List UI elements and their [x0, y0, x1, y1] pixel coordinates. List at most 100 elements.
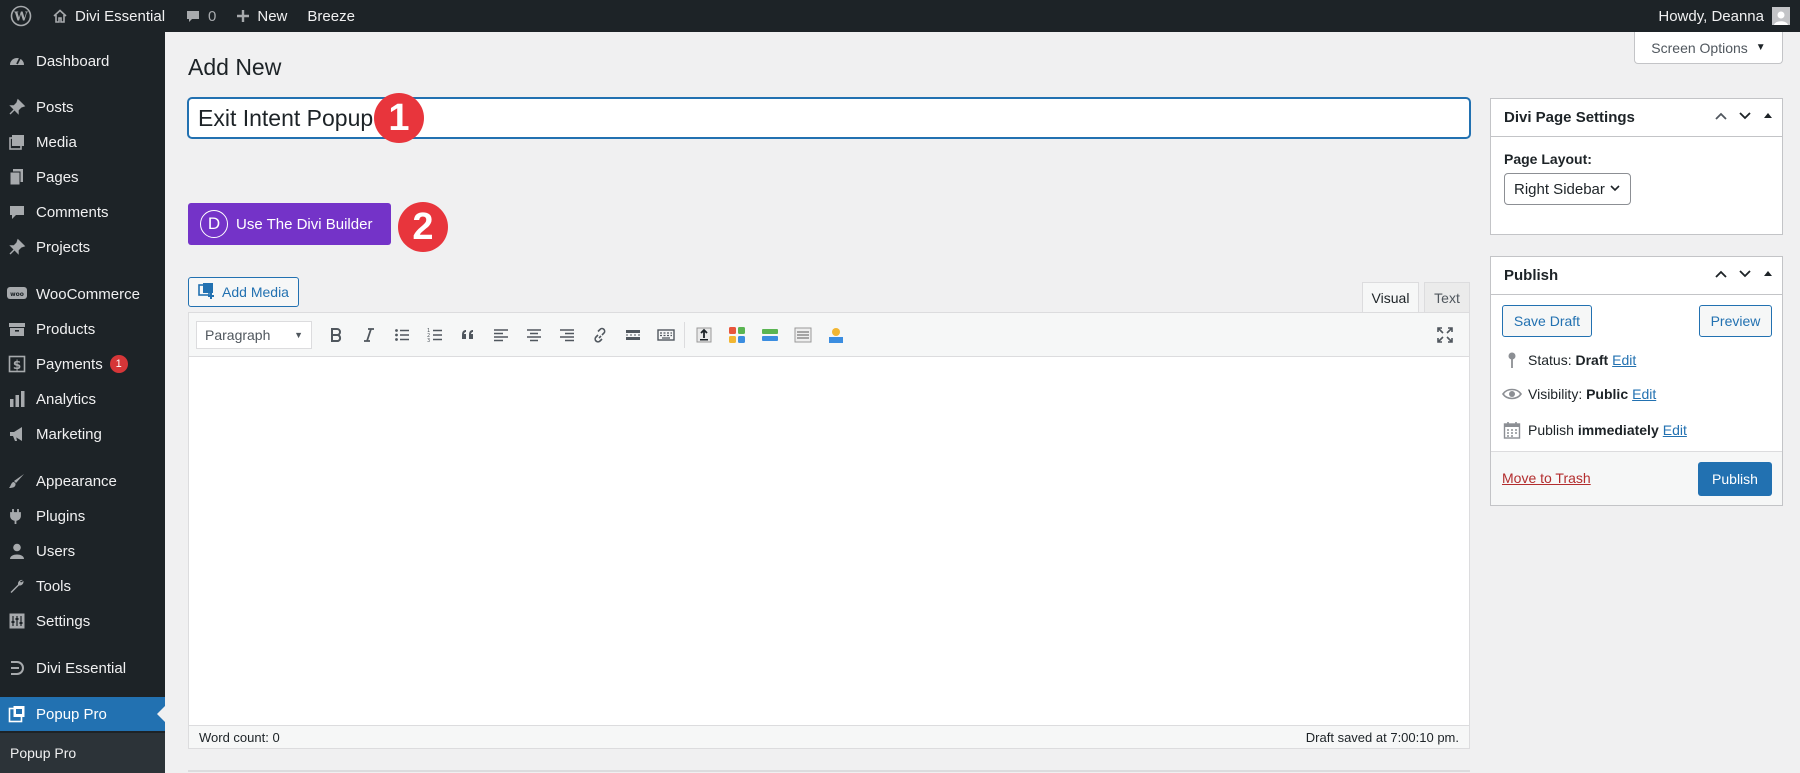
align-left-icon[interactable] — [484, 320, 517, 350]
sidebar-item-label: Pages — [36, 168, 79, 186]
preview-button[interactable]: Preview — [1699, 305, 1772, 337]
align-center-icon[interactable] — [517, 320, 550, 350]
draft-saved-status: Draft saved at 7:00:10 pm. — [1305, 729, 1459, 745]
sidebar-item-appearance[interactable]: Appearance — [0, 464, 165, 498]
wordpress-logo-icon[interactable]: W — [0, 0, 42, 32]
pin-icon — [7, 237, 27, 257]
sidebar-item-analytics[interactable]: Analytics — [0, 382, 165, 416]
divi-settings-title: Divi Page Settings — [1504, 109, 1635, 126]
chevron-down-icon[interactable] — [1738, 109, 1752, 127]
avatar — [1772, 7, 1790, 25]
eye-icon — [1502, 387, 1522, 401]
user-icon — [7, 541, 27, 561]
archive-icon — [7, 319, 27, 339]
fullscreen-icon[interactable] — [1428, 320, 1461, 350]
sidebar-item-products[interactable]: Products — [0, 312, 165, 346]
sidebar-item-plugins[interactable]: Plugins — [0, 499, 165, 533]
content-editor: Paragraph ▼ 123 Word count: 0 Draft save… — [188, 312, 1470, 749]
howdy-text: Howdy, Deanna — [1658, 7, 1764, 25]
word-count: Word count: 0 — [199, 729, 280, 745]
sidebar-item-posts[interactable]: Posts — [0, 90, 165, 124]
edit-visibility-link[interactable]: Edit — [1632, 386, 1656, 402]
bold-icon[interactable] — [319, 320, 352, 350]
editor-content-area[interactable] — [189, 357, 1469, 727]
editor-statusbar: Word count: 0 Draft saved at 7:00:10 pm. — [189, 725, 1469, 748]
align-right-icon[interactable] — [550, 320, 583, 350]
calendar-icon — [1502, 421, 1522, 439]
page-layout-label: Page Layout: — [1504, 151, 1592, 167]
breeze-link[interactable]: Breeze — [297, 0, 365, 32]
sidebar-item-projects[interactable]: Projects — [0, 230, 165, 264]
screen-options-button[interactable]: Screen Options ▼ — [1634, 32, 1783, 64]
tab-text[interactable]: Text — [1424, 282, 1470, 313]
sidebar-item-users[interactable]: Users — [0, 534, 165, 568]
sidebar-item-divi-essential[interactable]: Divi Essential — [0, 651, 165, 685]
toggle-shortcode-icon[interactable] — [753, 320, 786, 350]
visibility-label: Visibility: — [1528, 386, 1583, 402]
breeze-label: Breeze — [307, 7, 355, 25]
sidebar-item-popup-pro[interactable]: Popup Pro — [0, 697, 165, 731]
site-name: Divi Essential — [75, 7, 166, 25]
format-select-value: Paragraph — [205, 326, 271, 343]
edit-status-link[interactable]: Edit — [1612, 352, 1636, 368]
author-shortcode-icon[interactable] — [819, 320, 852, 350]
upload-shortcode-icon[interactable] — [687, 320, 720, 350]
sidebar-item-tools[interactable]: Tools — [0, 569, 165, 603]
numbered-list-icon[interactable]: 123 — [418, 320, 451, 350]
pin-icon — [7, 97, 27, 117]
sidebar-item-pages[interactable]: Pages — [0, 160, 165, 194]
sidebar-item-label: Media — [36, 133, 77, 151]
new-content-link[interactable]: New — [226, 0, 297, 32]
keyboard-icon[interactable] — [649, 320, 682, 350]
italic-icon[interactable] — [352, 320, 385, 350]
save-draft-button[interactable]: Save Draft — [1502, 305, 1592, 337]
use-divi-builder-button[interactable]: D Use The Divi Builder — [188, 203, 391, 245]
format-select[interactable]: Paragraph ▼ — [196, 320, 312, 349]
sidebar-item-label: Appearance — [36, 472, 117, 490]
comments-link[interactable]: 0 — [175, 0, 226, 32]
woo-icon: woo — [7, 284, 27, 304]
visibility-row: Visibility: Public Edit — [1502, 386, 1656, 402]
move-to-trash-link[interactable]: Move to Trash — [1502, 470, 1591, 486]
blockquote-icon[interactable] — [451, 320, 484, 350]
add-media-label: Add Media — [222, 284, 289, 300]
divi-essential-icon — [7, 658, 27, 678]
payments-badge: 1 — [109, 355, 128, 373]
tab-visual[interactable]: Visual — [1362, 282, 1419, 313]
svg-text:W: W — [13, 10, 28, 24]
link-icon[interactable] — [583, 320, 616, 350]
add-media-button[interactable]: Add Media — [188, 277, 299, 307]
read-more-icon[interactable] — [616, 320, 649, 350]
chevron-up-icon[interactable] — [1714, 109, 1728, 127]
submenu-item-popup-pro[interactable]: Popup Pro — [0, 733, 165, 773]
step-badge-2: 2 — [398, 202, 448, 252]
sidebar-item-label: Posts — [36, 98, 74, 116]
sidebar-item-dashboard[interactable]: Dashboard — [0, 44, 165, 78]
my-account-link[interactable]: Howdy, Deanna — [1648, 0, 1800, 32]
home-icon — [52, 8, 68, 24]
admin-sidebar: Dashboard Posts Media Pages Comments Pro… — [0, 32, 165, 773]
site-name-link[interactable]: Divi Essential — [42, 0, 175, 32]
sidebar-item-payments[interactable]: $ Payments 1 — [0, 347, 165, 381]
collapse-triangle-icon[interactable] — [1762, 109, 1774, 127]
publish-button[interactable]: Publish — [1698, 462, 1772, 496]
collapse-triangle-icon[interactable] — [1762, 267, 1774, 285]
text-box-shortcode-icon[interactable] — [786, 320, 819, 350]
bullet-list-icon[interactable] — [385, 320, 418, 350]
page-layout-select[interactable]: Right Sidebar — [1504, 173, 1631, 205]
brush-icon — [7, 471, 27, 491]
sidebar-item-media[interactable]: Media — [0, 125, 165, 159]
chevron-down-icon[interactable] — [1738, 267, 1752, 285]
svg-text:$: $ — [13, 358, 21, 372]
sidebar-item-marketing[interactable]: Marketing — [0, 417, 165, 451]
pages-icon — [7, 167, 27, 187]
edit-schedule-link[interactable]: Edit — [1663, 422, 1687, 438]
grid-shortcode-icon[interactable] — [720, 320, 753, 350]
sidebar-item-woocommerce[interactable]: woo WooCommerce — [0, 277, 165, 311]
sidebar-item-label: Plugins — [36, 507, 86, 525]
sidebar-item-comments[interactable]: Comments — [0, 195, 165, 229]
chevron-up-icon[interactable] — [1714, 267, 1728, 285]
sidebar-item-settings[interactable]: Settings — [0, 604, 165, 638]
editor-toolbar: Paragraph ▼ 123 — [189, 313, 1469, 357]
add-media-icon — [198, 282, 216, 303]
